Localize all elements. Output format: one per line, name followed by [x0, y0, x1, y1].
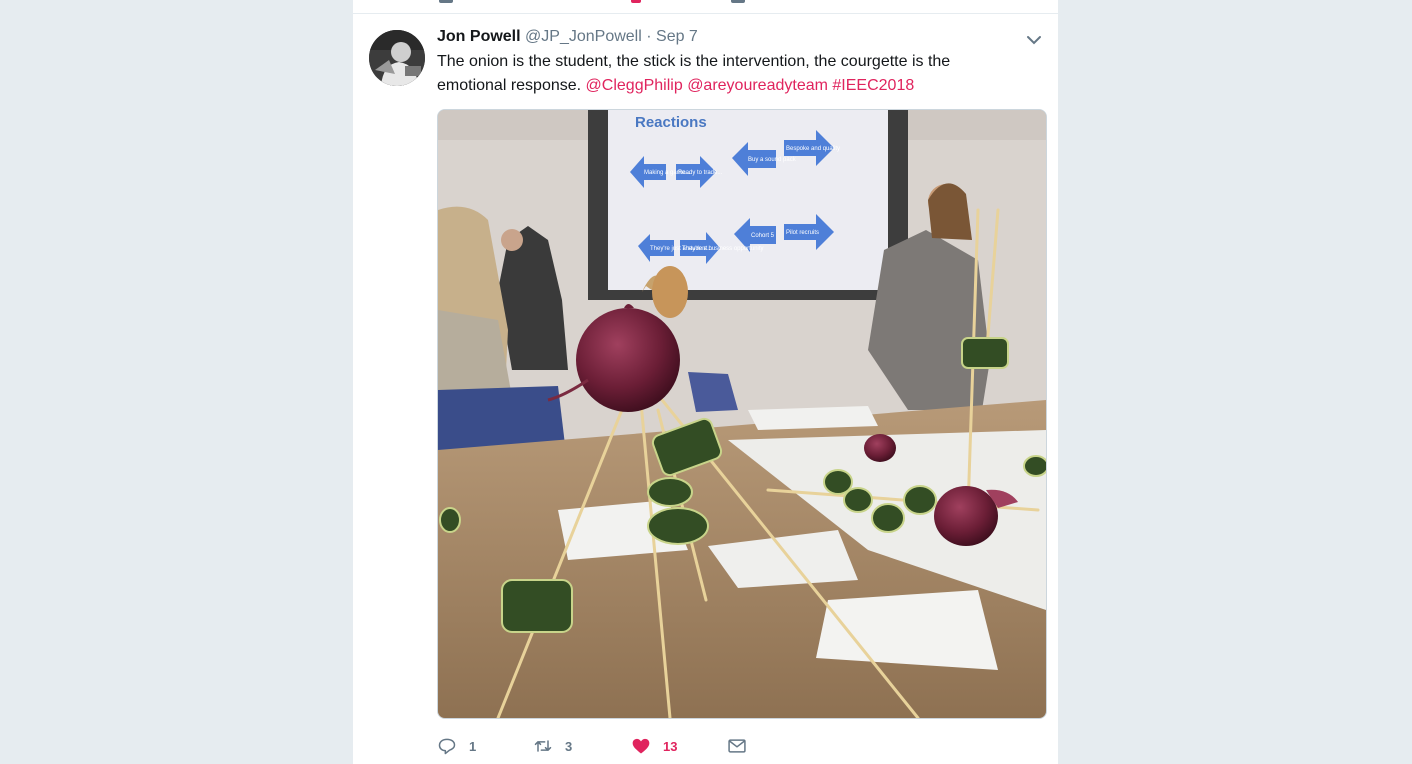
chevron-down-icon[interactable]: [1025, 31, 1043, 49]
like-count: 13: [663, 738, 678, 754]
author-name[interactable]: Jon Powell: [437, 28, 521, 45]
dm-button[interactable]: [727, 734, 747, 758]
previous-reply-icon[interactable]: [439, 0, 453, 3]
slide-arrow-text: Pilot recruits: [786, 230, 819, 236]
timestamp[interactable]: Sep 7: [656, 28, 698, 45]
slide-title: Reactions: [635, 114, 707, 131]
slide-arrow-text: Cohort 5: [751, 233, 775, 239]
slide-arrow-text: Bespoke and quality: [786, 146, 840, 152]
mention-link[interactable]: @CleggPhilip: [586, 77, 683, 94]
author-handle[interactable]: @JP_JonPowell: [525, 28, 642, 45]
reply-button[interactable]: 1: [437, 734, 476, 758]
slide-arrow-text: Buy a sound pack: [748, 157, 797, 163]
mention-link[interactable]: @areyoureadyteam: [687, 77, 828, 94]
slide-arrow-text: Ready to trade...: [678, 170, 723, 176]
reply-count: 1: [469, 738, 477, 754]
avatar-image: [369, 30, 425, 86]
tweet-text: The onion is the student, the stick is t…: [437, 50, 1017, 98]
reply-icon: [438, 738, 456, 755]
heart-icon: [632, 738, 650, 754]
retweet-count: 3: [565, 738, 573, 754]
hashtag-link[interactable]: #IEEC2018: [832, 77, 914, 94]
envelope-icon: [728, 739, 746, 753]
classroom-photo: Reactions Making a game... Ready to trad…: [438, 110, 1046, 718]
separator: ·: [646, 28, 652, 45]
slide-arrow-text: They're a business opportunity: [682, 246, 764, 252]
previous-like-icon[interactable]: [631, 0, 641, 3]
timeline-column: Jon Powell @JP_JonPowell · Sep 7 The oni…: [352, 0, 1059, 764]
like-button[interactable]: 13: [631, 734, 677, 758]
previous-tweet-actions: [353, 0, 1058, 14]
tweet-photo[interactable]: Reactions Making a game... Ready to trad…: [437, 109, 1047, 719]
retweet-icon: [534, 740, 552, 752]
retweet-button[interactable]: 3: [533, 734, 572, 758]
tweet-actions: 1 3 13: [437, 734, 837, 758]
tweet-header: Jon Powell @JP_JonPowell · Sep 7: [437, 28, 698, 46]
avatar[interactable]: [369, 30, 425, 86]
previous-dm-icon[interactable]: [731, 0, 745, 3]
